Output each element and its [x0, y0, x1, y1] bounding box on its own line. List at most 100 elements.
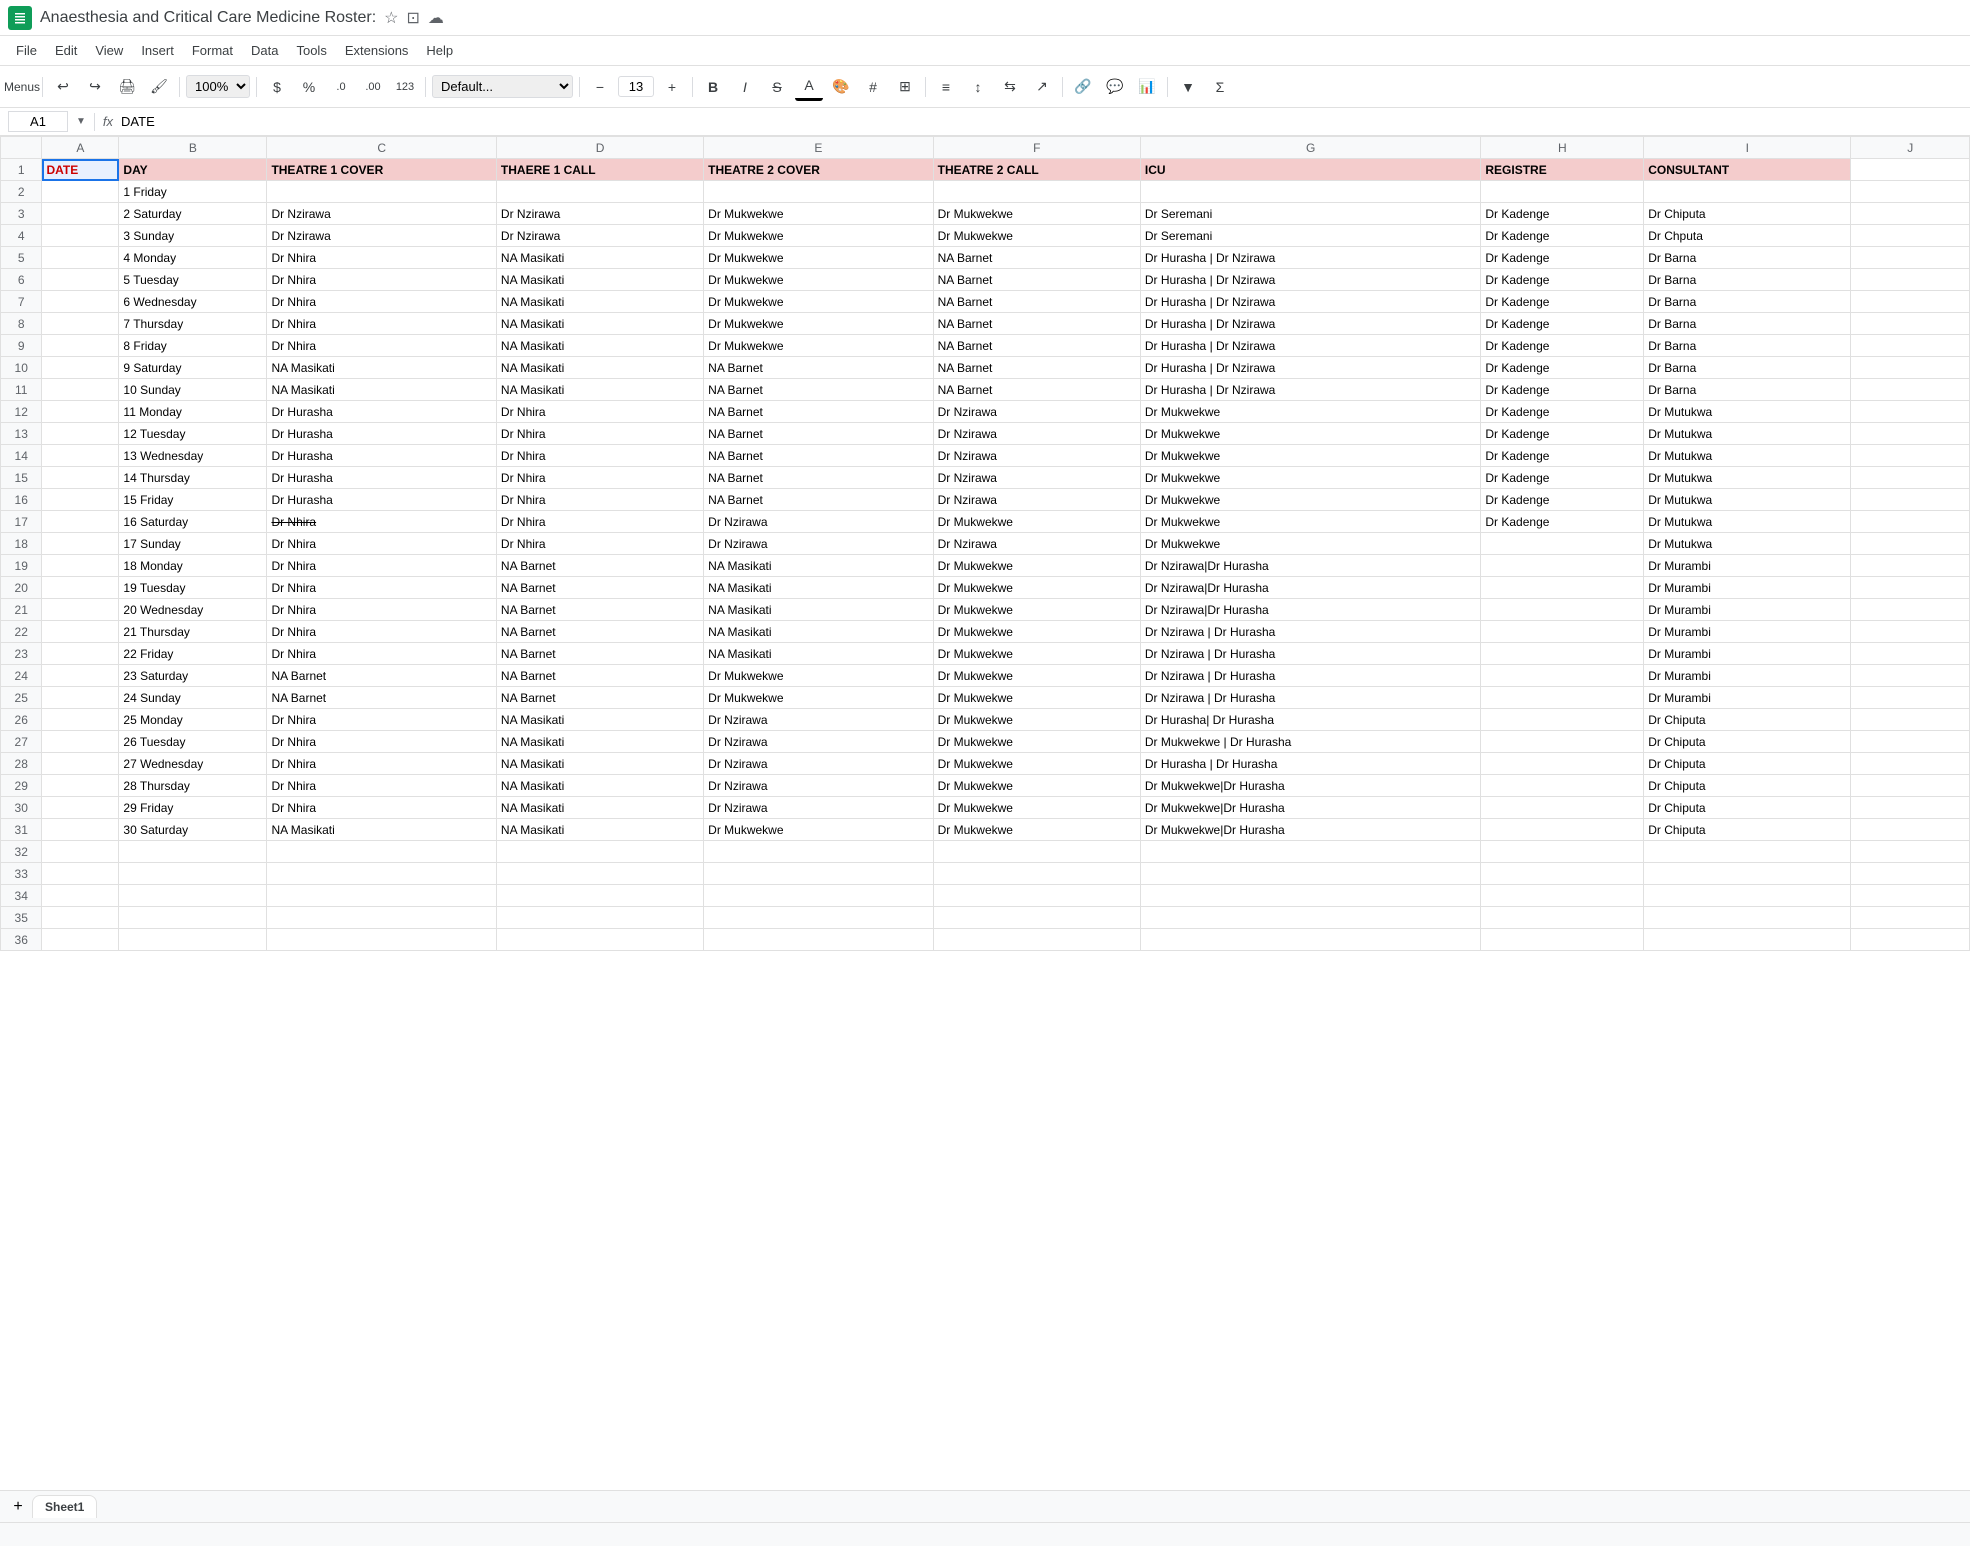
- cell-d12[interactable]: Dr Nhira: [496, 401, 703, 423]
- cell-d21[interactable]: NA Barnet: [496, 599, 703, 621]
- cell-h9[interactable]: Dr Kadenge: [1481, 335, 1644, 357]
- cell-j26[interactable]: [1851, 709, 1970, 731]
- cell-b5[interactable]: 4 Monday: [119, 247, 267, 269]
- comment-button[interactable]: 💬: [1101, 73, 1129, 101]
- cell-b31[interactable]: 30 Saturday: [119, 819, 267, 841]
- col-header-d[interactable]: D: [496, 137, 703, 159]
- cell-f2[interactable]: [933, 181, 1140, 203]
- cell-b28[interactable]: 27 Wednesday: [119, 753, 267, 775]
- cell-i18[interactable]: Dr Mutukwa: [1644, 533, 1851, 555]
- cell-b13[interactable]: 12 Tuesday: [119, 423, 267, 445]
- cell-h8[interactable]: Dr Kadenge: [1481, 313, 1644, 335]
- cell-c34[interactable]: [267, 885, 496, 907]
- cell-h15[interactable]: Dr Kadenge: [1481, 467, 1644, 489]
- cell-b12[interactable]: 11 Monday: [119, 401, 267, 423]
- cell-h5[interactable]: Dr Kadenge: [1481, 247, 1644, 269]
- chart-button[interactable]: 📊: [1133, 73, 1161, 101]
- cell-d17[interactable]: Dr Nhira: [496, 511, 703, 533]
- cell-e27[interactable]: Dr Nzirawa: [704, 731, 933, 753]
- cell-d7[interactable]: NA Masikati: [496, 291, 703, 313]
- cell-g21[interactable]: Dr Nzirawa|Dr Hurasha: [1140, 599, 1481, 621]
- cell-d5[interactable]: NA Masikati: [496, 247, 703, 269]
- cell-h30[interactable]: [1481, 797, 1644, 819]
- cell-h28[interactable]: [1481, 753, 1644, 775]
- cell-h21[interactable]: [1481, 599, 1644, 621]
- cell-j12[interactable]: [1851, 401, 1970, 423]
- cell-a18[interactable]: [42, 533, 119, 555]
- cell-e15[interactable]: NA Barnet: [704, 467, 933, 489]
- cell-c9[interactable]: Dr Nhira: [267, 335, 496, 357]
- cell-i35[interactable]: [1644, 907, 1851, 929]
- title-action-icons[interactable]: ☆ ⊡ ☁: [384, 8, 444, 28]
- cell-b21[interactable]: 20 Wednesday: [119, 599, 267, 621]
- font-size-minus-button[interactable]: −: [586, 73, 614, 101]
- cell-g28[interactable]: Dr Hurasha | Dr Hurasha: [1140, 753, 1481, 775]
- cell-h3[interactable]: Dr Kadenge: [1481, 203, 1644, 225]
- cell-g10[interactable]: Dr Hurasha | Dr Nzirawa: [1140, 357, 1481, 379]
- cell-f16[interactable]: Dr Nzirawa: [933, 489, 1140, 511]
- cell-b8[interactable]: 7 Thursday: [119, 313, 267, 335]
- cell-b27[interactable]: 26 Tuesday: [119, 731, 267, 753]
- cell-i30[interactable]: Dr Chiputa: [1644, 797, 1851, 819]
- cell-j36[interactable]: [1851, 929, 1970, 951]
- cell-e23[interactable]: NA Masikati: [704, 643, 933, 665]
- cell-c22[interactable]: Dr Nhira: [267, 621, 496, 643]
- cell-e1[interactable]: THEATRE 2 COVER: [704, 159, 933, 181]
- menu-tools[interactable]: Tools: [288, 39, 334, 62]
- cell-d4[interactable]: Dr Nzirawa: [496, 225, 703, 247]
- cell-e7[interactable]: Dr Mukwekwe: [704, 291, 933, 313]
- cell-j14[interactable]: [1851, 445, 1970, 467]
- cell-e5[interactable]: Dr Mukwekwe: [704, 247, 933, 269]
- cell-f4[interactable]: Dr Mukwekwe: [933, 225, 1140, 247]
- cell-b23[interactable]: 22 Friday: [119, 643, 267, 665]
- col-header-i[interactable]: I: [1644, 137, 1851, 159]
- strikethrough-button[interactable]: S: [763, 73, 791, 101]
- cell-g24[interactable]: Dr Nzirawa | Dr Hurasha: [1140, 665, 1481, 687]
- cell-f25[interactable]: Dr Mukwekwe: [933, 687, 1140, 709]
- cell-e11[interactable]: NA Barnet: [704, 379, 933, 401]
- cell-h20[interactable]: [1481, 577, 1644, 599]
- cell-f18[interactable]: Dr Nzirawa: [933, 533, 1140, 555]
- menu-view[interactable]: View: [87, 39, 131, 62]
- cell-j10[interactable]: [1851, 357, 1970, 379]
- cell-h17[interactable]: Dr Kadenge: [1481, 511, 1644, 533]
- cell-g4[interactable]: Dr Seremani: [1140, 225, 1481, 247]
- cell-g33[interactable]: [1140, 863, 1481, 885]
- cell-f9[interactable]: NA Barnet: [933, 335, 1140, 357]
- cell-a1[interactable]: DATE: [42, 159, 119, 181]
- col-header-e[interactable]: E: [704, 137, 933, 159]
- col-header-c[interactable]: C: [267, 137, 496, 159]
- cell-e12[interactable]: NA Barnet: [704, 401, 933, 423]
- cell-j6[interactable]: [1851, 269, 1970, 291]
- cell-j25[interactable]: [1851, 687, 1970, 709]
- cell-b18[interactable]: 17 Sunday: [119, 533, 267, 555]
- cell-b35[interactable]: [119, 907, 267, 929]
- cell-b20[interactable]: 19 Tuesday: [119, 577, 267, 599]
- cell-h7[interactable]: Dr Kadenge: [1481, 291, 1644, 313]
- cell-e34[interactable]: [704, 885, 933, 907]
- cell-d1[interactable]: THAERE 1 CALL: [496, 159, 703, 181]
- cell-h34[interactable]: [1481, 885, 1644, 907]
- cell-d27[interactable]: NA Masikati: [496, 731, 703, 753]
- wrap-button[interactable]: ⇆: [996, 73, 1024, 101]
- cell-e6[interactable]: Dr Mukwekwe: [704, 269, 933, 291]
- cell-a33[interactable]: [42, 863, 119, 885]
- cell-j4[interactable]: [1851, 225, 1970, 247]
- cell-f13[interactable]: Dr Nzirawa: [933, 423, 1140, 445]
- cell-a24[interactable]: [42, 665, 119, 687]
- cell-h14[interactable]: Dr Kadenge: [1481, 445, 1644, 467]
- cell-g14[interactable]: Dr Mukwekwe: [1140, 445, 1481, 467]
- cell-j2[interactable]: [1851, 181, 1970, 203]
- cell-a12[interactable]: [42, 401, 119, 423]
- cell-h1[interactable]: REGISTRE: [1481, 159, 1644, 181]
- cell-h23[interactable]: [1481, 643, 1644, 665]
- cell-d29[interactable]: NA Masikati: [496, 775, 703, 797]
- menu-insert[interactable]: Insert: [133, 39, 182, 62]
- cell-f27[interactable]: Dr Mukwekwe: [933, 731, 1140, 753]
- cell-h6[interactable]: Dr Kadenge: [1481, 269, 1644, 291]
- cell-j23[interactable]: [1851, 643, 1970, 665]
- cell-c33[interactable]: [267, 863, 496, 885]
- cell-b25[interactable]: 24 Sunday: [119, 687, 267, 709]
- cell-i10[interactable]: Dr Barna: [1644, 357, 1851, 379]
- col-header-b[interactable]: B: [119, 137, 267, 159]
